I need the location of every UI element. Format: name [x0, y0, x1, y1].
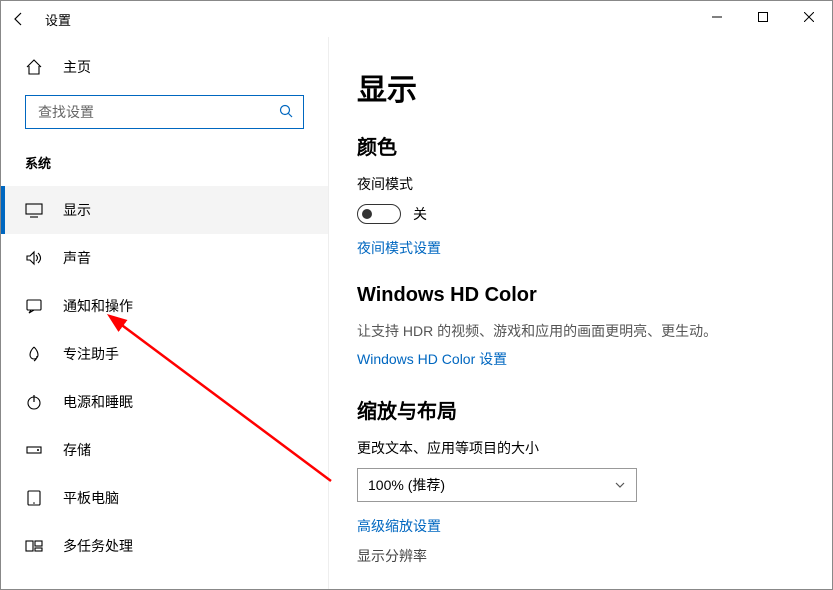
chevron-down-icon	[614, 479, 626, 491]
close-icon	[804, 12, 814, 22]
sound-icon	[25, 249, 43, 267]
sidebar: 主页 系统 显示 声音 通知和操作 专注助手	[1, 37, 329, 589]
resolution-label: 显示分辨率	[357, 546, 804, 566]
search-icon	[279, 104, 293, 121]
maximize-button[interactable]	[740, 1, 786, 33]
sidebar-item-label: 平板电脑	[63, 488, 119, 508]
home-icon	[25, 58, 43, 76]
storage-icon	[25, 441, 43, 459]
search-input-wrapper[interactable]	[25, 95, 304, 129]
back-button[interactable]	[1, 1, 37, 37]
sidebar-group-label: 系统	[1, 143, 328, 186]
notifications-icon	[25, 297, 43, 315]
sidebar-item-notifications[interactable]: 通知和操作	[1, 282, 328, 330]
minimize-button[interactable]	[694, 1, 740, 33]
sidebar-item-label: 声音	[63, 248, 91, 268]
hd-settings-link[interactable]: Windows HD Color 设置	[357, 349, 804, 369]
minimize-icon	[712, 12, 722, 22]
multitask-icon	[25, 537, 43, 555]
sidebar-item-display[interactable]: 显示	[1, 186, 328, 234]
scale-dropdown[interactable]: 100% (推荐)	[357, 468, 637, 502]
sidebar-item-multitask[interactable]: 多任务处理	[1, 522, 328, 570]
night-mode-settings-link[interactable]: 夜间模式设置	[357, 238, 804, 258]
section-hd: Windows HD Color	[357, 284, 804, 307]
night-mode-toggle[interactable]	[357, 204, 401, 224]
tablet-icon	[25, 489, 43, 507]
scale-label: 更改文本、应用等项目的大小	[357, 438, 804, 458]
power-icon	[25, 393, 43, 411]
sidebar-item-storage[interactable]: 存储	[1, 426, 328, 474]
search-input[interactable]	[36, 103, 279, 121]
hd-desc: 让支持 HDR 的视频、游戏和应用的画面更明亮、更生动。	[357, 321, 804, 341]
page-title: 显示	[357, 65, 804, 109]
display-icon	[25, 201, 43, 219]
sidebar-item-focus[interactable]: 专注助手	[1, 330, 328, 378]
home-link[interactable]: 主页	[1, 47, 328, 87]
focus-icon	[25, 345, 43, 363]
window-title: 设置	[37, 10, 71, 29]
sidebar-item-power[interactable]: 电源和睡眠	[1, 378, 328, 426]
maximize-icon	[758, 12, 768, 22]
close-button[interactable]	[786, 1, 832, 33]
section-color: 颜色	[357, 131, 804, 160]
night-mode-state: 关	[413, 204, 427, 224]
advanced-scale-link[interactable]: 高级缩放设置	[357, 516, 804, 536]
sidebar-item-label: 专注助手	[63, 344, 119, 364]
scale-value: 100% (推荐)	[368, 475, 445, 495]
titlebar: 设置	[1, 1, 832, 37]
sidebar-item-label: 显示	[63, 200, 91, 220]
sidebar-item-tablet[interactable]: 平板电脑	[1, 474, 328, 522]
section-scale: 缩放与布局	[357, 395, 804, 424]
sidebar-item-sound[interactable]: 声音	[1, 234, 328, 282]
back-icon	[11, 11, 27, 27]
night-mode-label: 夜间模式	[357, 174, 804, 194]
home-label: 主页	[63, 57, 91, 77]
sidebar-item-label: 通知和操作	[63, 296, 133, 316]
sidebar-item-label: 电源和睡眠	[63, 392, 133, 412]
window-controls	[694, 1, 832, 33]
content-pane: 显示 颜色 夜间模式 关 夜间模式设置 Windows HD Color 让支持…	[329, 37, 832, 589]
sidebar-item-label: 存储	[63, 440, 91, 460]
sidebar-item-label: 多任务处理	[63, 536, 133, 556]
